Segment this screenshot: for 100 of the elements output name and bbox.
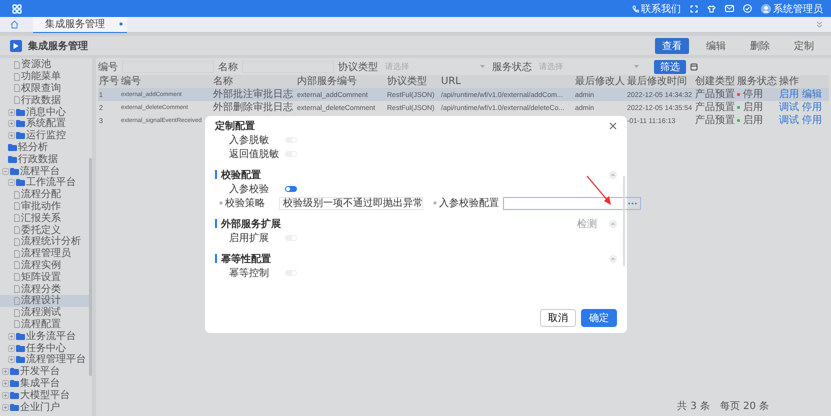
mail-icon[interactable] <box>725 5 734 12</box>
chevron-icon[interactable] <box>609 220 617 228</box>
tree-item[interactable]: 企业门户 <box>0 401 89 413</box>
apps-icon[interactable] <box>12 4 22 14</box>
expand-icon[interactable] <box>8 332 15 340</box>
tree-item[interactable]: 大模型平台 <box>0 389 89 402</box>
tree-item[interactable]: 工作流平台 <box>0 176 89 189</box>
chevron-icon[interactable] <box>609 254 617 262</box>
select-field[interactable]: 校验级别一项不通过即抛出异常 <box>279 196 423 210</box>
table-cell: 产品预置 <box>695 89 735 100</box>
folder-icon <box>16 344 25 352</box>
expand-icon[interactable] <box>8 132 15 140</box>
field-label: 校验策略 <box>225 196 265 210</box>
dialog-title: 定制配置 <box>215 119 255 133</box>
expand-icon[interactable] <box>2 380 9 387</box>
row-action-link[interactable]: 编辑 <box>802 89 822 100</box>
table-cell: 外部批注审批日志 <box>213 89 293 100</box>
tree-item[interactable]: 流程分配 <box>0 188 89 201</box>
confirm-button[interactable]: 确定 <box>581 309 617 327</box>
row-action-link[interactable]: 调试 <box>779 115 799 126</box>
column-header: 最后修改时间 <box>627 76 687 86</box>
folder-icon <box>16 108 25 116</box>
expand-icon[interactable] <box>8 344 15 352</box>
filter-button[interactable]: 筛选 <box>654 60 686 74</box>
tree-item[interactable]: 轻分析 <box>0 142 89 154</box>
status-text: 停用 <box>743 89 763 100</box>
status-text: 启用 <box>743 115 763 126</box>
tree-item[interactable]: 流程统计分析 <box>0 236 89 248</box>
tree-item[interactable]: 开发平台 <box>0 366 89 378</box>
tree-item[interactable]: 流程配置 <box>0 318 89 330</box>
folder-icon <box>10 368 19 376</box>
field-label: 入参校验 <box>229 182 269 196</box>
tree-item[interactable]: 系统配置 <box>0 118 89 130</box>
field-label: 返回值脱敏 <box>229 148 279 161</box>
section-action-link[interactable]: 检测 <box>577 216 597 230</box>
user-menu[interactable]: 系统管理员 <box>761 2 823 16</box>
cancel-button[interactable]: 取消 <box>540 309 576 327</box>
tree-item[interactable]: 功能菜单 <box>0 70 89 83</box>
column-header: 内部服务编号 <box>297 76 357 86</box>
expand-icon[interactable] <box>2 404 9 410</box>
page-tab[interactable]: 集成服务管理 <box>33 16 127 32</box>
tree-item[interactable]: 权限查询 <box>0 82 89 94</box>
section-title: 校验配置 <box>221 168 261 182</box>
expand-icon[interactable] <box>8 356 15 364</box>
expand-icon[interactable] <box>2 392 9 399</box>
row-action-link[interactable]: 调试 <box>779 102 799 113</box>
tree-item[interactable]: 流程测试 <box>0 306 89 319</box>
tree-item[interactable]: 资源池 <box>0 59 89 71</box>
filter-label: 协议类型 <box>338 60 378 74</box>
tree-item[interactable]: 流程管理员 <box>0 248 89 260</box>
input-field[interactable] <box>503 196 641 210</box>
shirt-icon[interactable] <box>707 4 716 12</box>
tree-item[interactable]: 运行监控 <box>0 130 89 142</box>
row-action-link[interactable]: 停用 <box>802 102 822 113</box>
tree-item[interactable]: 流程实例 <box>0 260 89 272</box>
contact-link[interactable]: 联系我们 <box>632 2 681 16</box>
tree-item[interactable]: 行政数据 <box>0 94 89 106</box>
folder-icon <box>10 380 19 387</box>
fullscreen-icon[interactable] <box>690 4 698 12</box>
expand-icon[interactable] <box>8 108 15 116</box>
field-label: 入参脱敏 <box>229 134 269 147</box>
collapse-icon[interactable] <box>8 179 15 186</box>
tree-item[interactable]: 流程设计 <box>0 294 89 307</box>
tree-item[interactable]: 委托定义 <box>0 224 89 236</box>
tree-item[interactable]: 矩阵设置 <box>0 271 89 284</box>
check-circle-icon[interactable] <box>743 4 752 13</box>
tree-item[interactable]: 业务流平台 <box>0 330 89 342</box>
collapse-icon[interactable] <box>2 168 9 175</box>
folder-icon <box>10 168 19 175</box>
tree-item[interactable]: 审批动作 <box>0 200 89 212</box>
tree-item[interactable]: 流程平台 <box>0 165 89 177</box>
filter-label: 服务状态 <box>492 60 532 74</box>
folder-icon <box>10 404 19 410</box>
page-size-select[interactable]: 每页 20 条 <box>720 399 769 413</box>
column-header: 协议类型 <box>387 76 427 86</box>
section-title: 幂等性配置 <box>221 252 271 266</box>
scrollbar[interactable] <box>623 176 625 266</box>
column-header: 序号 <box>99 76 119 86</box>
row-action-link[interactable]: 停用 <box>802 115 822 126</box>
tree-item[interactable]: 消息中心 <box>0 106 89 118</box>
row-action-link[interactable]: 启用 <box>779 89 799 100</box>
status-text: 启用 <box>743 102 763 113</box>
tree-item[interactable]: 流程分类 <box>0 283 89 295</box>
chevron-icon[interactable] <box>609 170 617 178</box>
tree-item[interactable]: 集成平台 <box>0 378 89 390</box>
more-icon[interactable] <box>628 202 637 204</box>
expand-icon[interactable] <box>8 120 15 128</box>
toolbar-button[interactable]: 查看 <box>655 38 689 54</box>
home-icon[interactable] <box>10 20 19 29</box>
folder-icon <box>16 356 25 364</box>
double-chevron-icon[interactable] <box>816 21 823 28</box>
column-header: 编号 <box>121 76 141 86</box>
tree-item[interactable]: 任务中心 <box>0 342 89 354</box>
folder-icon <box>16 179 25 186</box>
expand-icon[interactable] <box>2 368 9 376</box>
toggle-switch[interactable] <box>285 186 297 192</box>
tree-item[interactable]: 汇报关系 <box>0 212 89 224</box>
tree-item[interactable]: 流程管理平台 <box>0 354 89 366</box>
tree-item[interactable]: 行政数据 <box>0 153 89 166</box>
phone-icon <box>632 4 639 12</box>
